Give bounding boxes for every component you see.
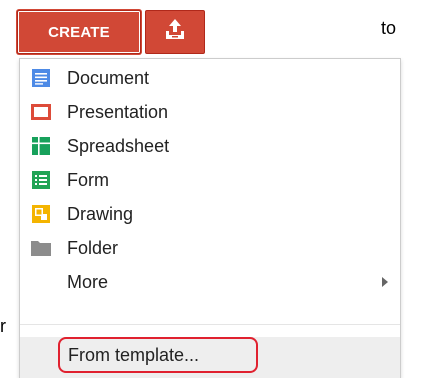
create-button-label: CREATE — [48, 23, 110, 41]
menu-item-folder[interactable]: Folder — [20, 231, 400, 265]
menu-item-label: Spreadsheet — [67, 135, 170, 156]
menu-item-document[interactable]: Document — [20, 61, 400, 95]
menu-item-form[interactable]: Form — [20, 163, 400, 197]
drawing-icon — [30, 203, 52, 225]
menu-item-drawing[interactable]: Drawing — [20, 197, 400, 231]
background-text-top: to — [381, 18, 397, 38]
menu-item-label: More — [67, 271, 109, 292]
menu-item-label: Document — [67, 67, 150, 88]
upload-icon — [164, 18, 186, 47]
menu-item-spreadsheet[interactable]: Spreadsheet — [20, 129, 400, 163]
presentation-icon — [30, 101, 52, 123]
form-icon — [30, 169, 52, 191]
menu-item-from-template[interactable]: From template... — [20, 337, 400, 378]
folder-icon — [30, 237, 52, 259]
menu-item-label: Form — [67, 169, 109, 190]
background-text-bottom: r — [0, 316, 6, 336]
drive-create-screen: CREATE to r Document Presentation Spread… — [0, 0, 443, 378]
create-dropdown-menu: Document Presentation Spreadsheet Form D… — [19, 58, 401, 378]
document-icon — [30, 67, 52, 89]
menu-item-presentation[interactable]: Presentation — [20, 95, 400, 129]
menu-separator — [20, 324, 400, 325]
chevron-right-icon — [382, 277, 388, 287]
create-button[interactable]: CREATE — [17, 10, 141, 54]
menu-item-more[interactable]: More — [20, 265, 400, 299]
upload-button[interactable] — [145, 10, 205, 54]
menu-item-label: Drawing — [67, 203, 134, 224]
highlight-annotation — [58, 337, 258, 373]
spreadsheet-icon — [30, 135, 52, 157]
menu-item-label: Folder — [67, 237, 119, 258]
menu-item-label: Presentation — [67, 101, 169, 122]
